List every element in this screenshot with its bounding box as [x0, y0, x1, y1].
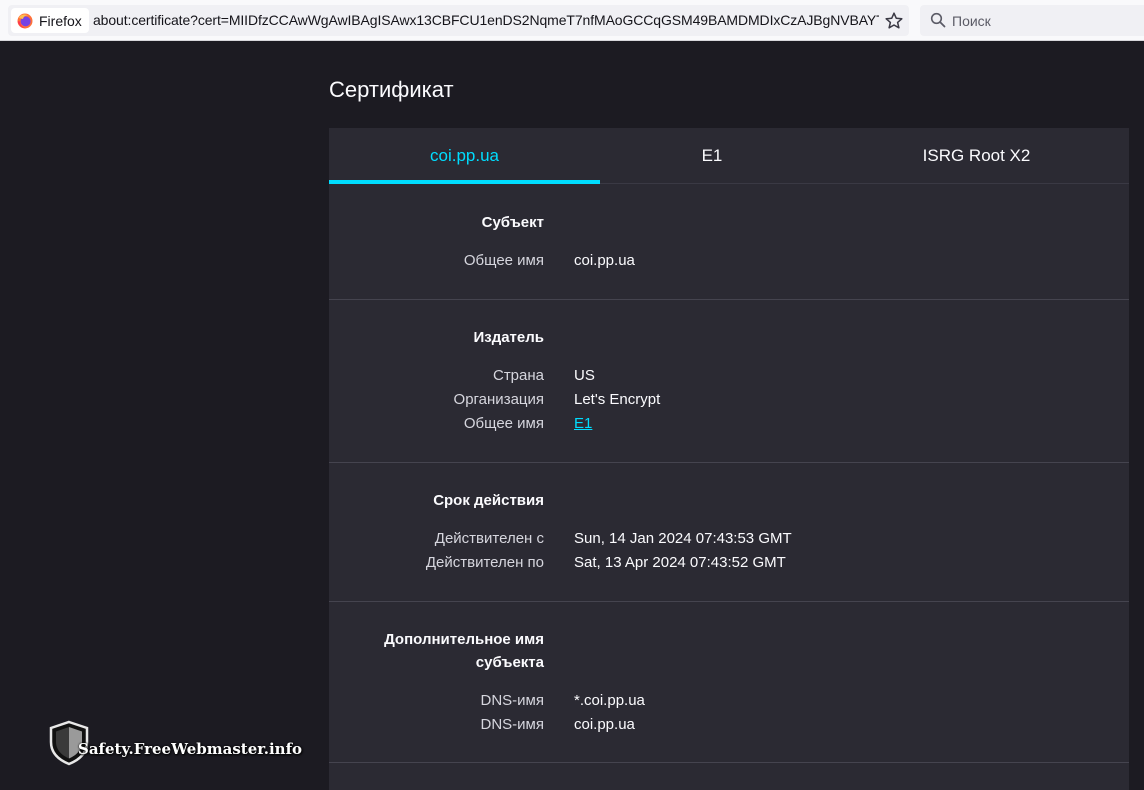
certificate-card: coi.pp.ua E1 ISRG Root X2 Субъект Общее … [329, 128, 1129, 790]
certificate-tabs: coi.pp.ua E1 ISRG Root X2 [329, 128, 1129, 184]
section-title-continued: субъекта [475, 654, 544, 671]
tab-coi-pp-ua[interactable]: coi.pp.ua [329, 128, 600, 184]
page-title: Сертификат [329, 77, 454, 102]
url-bar[interactable]: Firefox about:certificate?cert=MIIDfzCCA… [8, 5, 909, 36]
field-value: Sun, 14 Jan 2024 07:43:53 GMT [574, 530, 792, 547]
section-title: Субъект [481, 214, 544, 231]
section-title: Срок действия [433, 492, 544, 509]
section-title: Дополнительное имя [384, 631, 544, 648]
field-label: Действителен с [434, 530, 544, 547]
field-label: Страна [492, 367, 544, 384]
firefox-logo-icon [17, 13, 33, 28]
issuer-common-name-link[interactable]: E1 [574, 412, 592, 436]
subject-section: Субъект Общее имя coi.pp.ua [329, 185, 1129, 300]
field-label: DNS-имя [480, 692, 544, 709]
issuer-section: Издатель Страна US Организация Let's Enc… [329, 300, 1129, 463]
section-title: Издатель [473, 329, 544, 346]
subject-alt-names-section: Дополнительное имя субъекта DNS-имя *.co… [329, 602, 1129, 763]
browser-toolbar: Firefox about:certificate?cert=MIIDfzCCA… [0, 0, 1144, 41]
search-icon [930, 12, 946, 28]
watermark-text: Safety.FreeWebmaster.info [78, 740, 303, 758]
field-label: DNS-имя [480, 716, 544, 733]
field-value: US [574, 367, 595, 384]
field-value: Let's Encrypt [574, 391, 661, 408]
url-text[interactable]: about:certificate?cert=MIIDfzCCAwWgAwIBA… [93, 12, 879, 28]
field-value: coi.pp.ua [574, 716, 635, 733]
identity-box[interactable]: Firefox [11, 8, 89, 33]
field-label: Общее имя [463, 252, 544, 269]
tab-e1[interactable]: E1 [600, 128, 824, 184]
search-placeholder: Поиск [952, 13, 991, 29]
field-label: Действителен по [425, 554, 544, 571]
field-value: *.coi.pp.ua [574, 692, 645, 709]
field-value: Sat, 13 Apr 2024 07:43:52 GMT [574, 554, 786, 571]
field-label: Организация [453, 391, 544, 408]
field-label: Общее имя [463, 415, 544, 432]
field-value: coi.pp.ua [574, 252, 635, 269]
validity-section: Срок действия Действителен с Sun, 14 Jan… [329, 463, 1129, 602]
tab-isrg-root-x2[interactable]: ISRG Root X2 [824, 128, 1129, 184]
bookmark-star-icon[interactable] [884, 11, 904, 31]
search-bar[interactable]: Поиск [920, 5, 1144, 36]
identity-label: Firefox [39, 12, 82, 29]
